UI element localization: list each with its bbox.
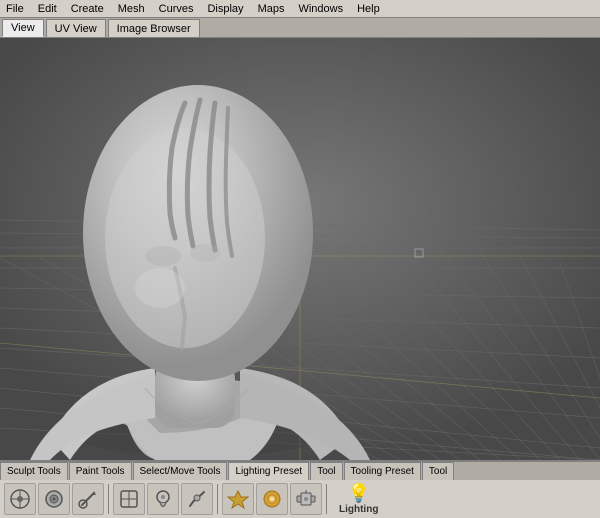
menu-maps[interactable]: Maps bbox=[256, 3, 287, 15]
tab-uv-view[interactable]: UV View bbox=[46, 19, 106, 37]
tool-icon-2[interactable] bbox=[38, 483, 70, 515]
tab-select-move-tools[interactable]: Select/Move Tools bbox=[133, 462, 228, 480]
tool-icon-6[interactable] bbox=[181, 483, 213, 515]
menu-curves[interactable]: Curves bbox=[157, 3, 196, 15]
lighting-icon: 💡 bbox=[348, 483, 370, 504]
tab-tool[interactable]: Tool bbox=[310, 462, 342, 480]
tab-tooling-preset[interactable]: Tooling Preset bbox=[344, 462, 421, 480]
tool-icon-5[interactable] bbox=[147, 483, 179, 515]
tab-tool-2[interactable]: Tool bbox=[422, 462, 454, 480]
separator-1 bbox=[108, 484, 109, 514]
tab-sculpt-tools[interactable]: Sculpt Tools bbox=[0, 462, 68, 480]
toolbar-tabs: Sculpt Tools Paint Tools Select/Move Too… bbox=[0, 462, 600, 480]
tool-icon-4[interactable] bbox=[113, 483, 145, 515]
lighting-label: Lighting bbox=[339, 504, 378, 515]
menu-help[interactable]: Help bbox=[355, 3, 382, 15]
tab-lighting-preset[interactable]: Lighting Preset bbox=[228, 462, 309, 480]
tool-icon-1[interactable] bbox=[4, 483, 36, 515]
viewport[interactable] bbox=[0, 38, 600, 460]
tabbar: View UV View Image Browser bbox=[0, 18, 600, 38]
tool-icon-7[interactable] bbox=[222, 483, 254, 515]
menu-windows[interactable]: Windows bbox=[296, 3, 345, 15]
menu-display[interactable]: Display bbox=[205, 3, 245, 15]
tab-image-browser[interactable]: Image Browser bbox=[108, 19, 200, 37]
menu-edit[interactable]: Edit bbox=[36, 3, 59, 15]
menu-create[interactable]: Create bbox=[69, 3, 106, 15]
toolbar: Sculpt Tools Paint Tools Select/Move Too… bbox=[0, 460, 600, 518]
lighting-label-container: 💡 Lighting bbox=[331, 481, 386, 517]
tool-icon-9[interactable] bbox=[290, 483, 322, 515]
tool-icon-3[interactable] bbox=[72, 483, 104, 515]
toolbar-icons: 💡 Lighting bbox=[0, 480, 600, 518]
tab-view[interactable]: View bbox=[2, 19, 44, 37]
separator-2 bbox=[217, 484, 218, 514]
tab-paint-tools[interactable]: Paint Tools bbox=[69, 462, 132, 480]
menubar: File Edit Create Mesh Curves Display Map… bbox=[0, 0, 600, 18]
tool-icon-8[interactable] bbox=[256, 483, 288, 515]
menu-file[interactable]: File bbox=[4, 3, 26, 15]
separator-3 bbox=[326, 484, 327, 514]
menu-mesh[interactable]: Mesh bbox=[116, 3, 147, 15]
